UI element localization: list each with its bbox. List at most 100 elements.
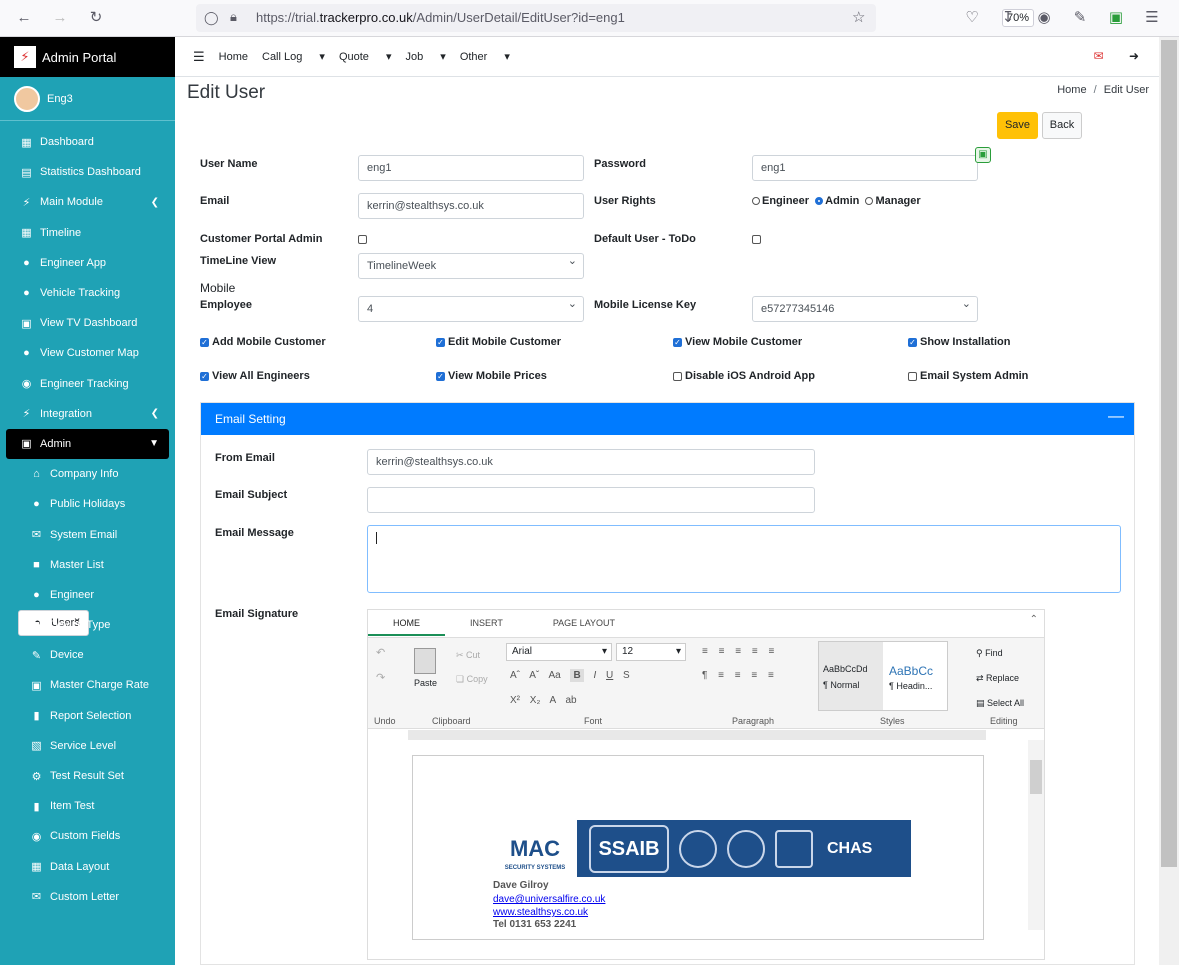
font-size-select[interactable]: 12 ▾	[616, 643, 686, 661]
sidebar-item-customer-map[interactable]: ● View Customer Map	[6, 338, 169, 368]
rights-admin-radio[interactable]	[815, 197, 824, 205]
extensions-icon[interactable]: ✎	[1070, 8, 1090, 28]
styles-gallery[interactable]: AaBbCcDd ¶ Normal AaBbCc ¶ Headin...	[818, 641, 948, 711]
tab-home[interactable]: HOME	[368, 610, 445, 636]
disable-ios-android-checkbox[interactable]: Disable iOS Android App	[673, 370, 815, 382]
sidebar-user[interactable]: Eng3	[0, 77, 175, 121]
nav-quote[interactable]: Quote ▾	[339, 50, 392, 63]
notification-icon[interactable]: ✉	[1094, 49, 1104, 63]
signature-email-link[interactable]: dave@universalfire.co.uk	[493, 894, 605, 905]
nav-other[interactable]: Other ▾	[460, 50, 510, 63]
address-bar[interactable]: ◯ 🔒︎ https://trial.trackerpro.co.uk/Admi…	[196, 4, 1034, 32]
signature-email-text[interactable]: dave@universalfire.co.uk	[493, 894, 605, 905]
sidebar-item-timeline[interactable]: ▦ Timeline	[6, 218, 169, 248]
sidebar-item-test-result-set[interactable]: ⚙ Test Result Set	[6, 761, 169, 791]
star-icon[interactable]: ☆	[852, 8, 865, 26]
align-buttons[interactable]: ¶ ≡ ≡ ≡ ≡	[702, 670, 774, 681]
sidebar-item-item-test[interactable]: ▮ Item Test	[6, 791, 169, 821]
sidebar-item-statistics[interactable]: ▤ Statistics Dashboard	[6, 157, 169, 187]
tab-page-layout[interactable]: PAGE LAYOUT	[528, 610, 640, 636]
sidebar-item-system-email[interactable]: ✉ System Email	[6, 519, 169, 549]
font-effect-buttons[interactable]: X² X₂ A ab	[510, 695, 577, 706]
style-heading[interactable]: AaBbCc ¶ Headin...	[885, 642, 947, 691]
sidebar-item-master-list[interactable]: ■ Master List	[6, 550, 169, 580]
ribbon-collapse-icon[interactable]: ⌃	[1030, 614, 1038, 625]
signature-document[interactable]: MAC SECURITY SYSTEMS SSAIB CHAS Dave Gilr…	[412, 755, 984, 940]
page-scrollbar-thumb[interactable]	[1161, 40, 1177, 867]
view-all-engineers-checkbox[interactable]: ✓ View All Engineers	[200, 370, 310, 382]
email-message-textarea[interactable]	[367, 525, 1121, 593]
logout-icon[interactable]: ➜	[1129, 49, 1139, 63]
timeline-select[interactable]: TimelineWeek	[358, 253, 584, 279]
sidebar-item-tv-dashboard[interactable]: ▣ View TV Dashboard	[6, 308, 169, 338]
find-button[interactable]: ⚲ Find	[976, 648, 1003, 659]
style-normal[interactable]: AaBbCcDd ¶ Normal	[819, 642, 883, 710]
menu-icon[interactable]: ☰	[1142, 8, 1162, 28]
sidebar-item-custom-letter[interactable]: ✉ Custom Letter	[6, 882, 169, 912]
sidebar-item-report-selection[interactable]: ▮ Report Selection	[6, 701, 169, 731]
sidebar-item-vehicle-tracking[interactable]: ● Vehicle Tracking	[6, 278, 169, 308]
email-input[interactable]: kerrin@stealthsys.co.uk	[358, 193, 584, 219]
view-mobile-customer-checkbox[interactable]: ✓ View Mobile Customer	[673, 336, 802, 348]
sidebar-item-dashboard[interactable]: ▦ Dashboard	[6, 127, 169, 157]
edit-mobile-customer-checkbox[interactable]: ✓ Edit Mobile Customer	[436, 336, 561, 348]
sidebar-item-integration[interactable]: ⚡ Integration ❮	[6, 399, 169, 429]
copy-button[interactable]: ❏ Copy	[456, 674, 488, 685]
sidebar-item-engineer-tracking[interactable]: ◉ Engineer Tracking	[6, 369, 169, 399]
back-button[interactable]: Back	[1042, 112, 1082, 139]
paste-icon[interactable]	[414, 648, 436, 674]
editor-scrollbar[interactable]	[1028, 740, 1044, 930]
sidebar-item-engineer-app[interactable]: ● Engineer App	[6, 248, 169, 278]
undo-icon[interactable]: ↶	[376, 646, 385, 659]
sidebar-item-company-info[interactable]: ⌂ Company Info	[6, 459, 169, 489]
sidebar-item-data-layout[interactable]: ▦ Data Layout	[6, 852, 169, 882]
tab-insert[interactable]: INSERT	[445, 610, 528, 636]
from-email-input[interactable]: kerrin@stealthsys.co.uk	[367, 449, 815, 475]
username-input[interactable]: eng1	[358, 155, 584, 181]
nav-job[interactable]: Job ▾	[405, 50, 445, 63]
download-icon[interactable]: ↧	[998, 8, 1018, 28]
add-mobile-customer-checkbox[interactable]: ✓ Add Mobile Customer	[200, 336, 326, 348]
sidebar-item-engineer[interactable]: ● Engineer	[6, 580, 169, 610]
password-input[interactable]: eng1	[752, 155, 978, 181]
sidebar-item-master-charge-rate[interactable]: ▣ Master Charge Rate	[6, 670, 169, 700]
editor-scrollbar-thumb[interactable]	[1030, 760, 1042, 794]
sidebar-item-main-module[interactable]: ⚡ Main Module ❮	[6, 187, 169, 217]
sidebar-brand[interactable]: ⚡ Admin Portal	[0, 37, 175, 77]
sidebar-item-service-level[interactable]: ▧ Service Level	[6, 731, 169, 761]
redo-icon[interactable]: ↷	[376, 671, 385, 684]
hamburger-icon[interactable]: ☰	[193, 49, 205, 65]
email-system-admin-checkbox[interactable]: Email System Admin	[908, 370, 1028, 382]
forward-arrow-icon[interactable]: →	[50, 8, 70, 28]
font-family-select[interactable]: Arial ▾	[506, 643, 612, 661]
select-all-button[interactable]: ▤ Select All	[976, 698, 1024, 709]
rights-engineer-radio[interactable]	[752, 197, 760, 205]
signature-web-text[interactable]: www.stealthsys.co.uk	[493, 907, 588, 918]
sidebar-item-device-type[interactable]: ■ Device Type	[6, 610, 169, 640]
pocket-icon[interactable]: ♡	[962, 8, 982, 28]
extension-green-icon[interactable]: ▣	[1106, 8, 1126, 28]
save-button[interactable]: Save	[997, 112, 1038, 139]
employee-select[interactable]: 4	[358, 296, 584, 322]
email-settings-header[interactable]: Email Setting —	[201, 403, 1134, 435]
cut-button[interactable]: ✂ Cut	[456, 650, 480, 661]
collapse-icon[interactable]: —	[1108, 408, 1124, 426]
replace-button[interactable]: ⇄ Replace	[976, 673, 1019, 684]
password-manager-icon[interactable]: ▣	[975, 147, 991, 163]
signature-web-link[interactable]: www.stealthsys.co.uk	[493, 907, 588, 918]
breadcrumb-home[interactable]: Home	[1057, 84, 1086, 96]
paste-label[interactable]: Paste	[414, 678, 437, 688]
sidebar-item-custom-fields[interactable]: ◉ Custom Fields	[6, 821, 169, 851]
back-arrow-icon[interactable]: ←	[14, 8, 34, 28]
show-installation-checkbox[interactable]: ✓ Show Installation	[908, 336, 1010, 348]
email-subject-input[interactable]	[367, 487, 815, 513]
rights-manager-radio[interactable]	[865, 197, 874, 205]
license-key-select[interactable]: e57277345146	[752, 296, 978, 322]
view-mobile-prices-checkbox[interactable]: ✓ View Mobile Prices	[436, 370, 547, 382]
nav-home[interactable]: Home	[219, 51, 248, 63]
portal-admin-checkbox[interactable]	[358, 235, 367, 244]
sidebar-item-admin[interactable]: ▣ Admin ▼	[6, 428, 169, 460]
font-format-buttons[interactable]: Aˆ Aˇ Aa B I U S	[510, 669, 630, 682]
nav-call-log[interactable]: Call Log ▾	[262, 50, 325, 63]
sidebar-item-public-holidays[interactable]: ● Public Holidays	[6, 489, 169, 519]
